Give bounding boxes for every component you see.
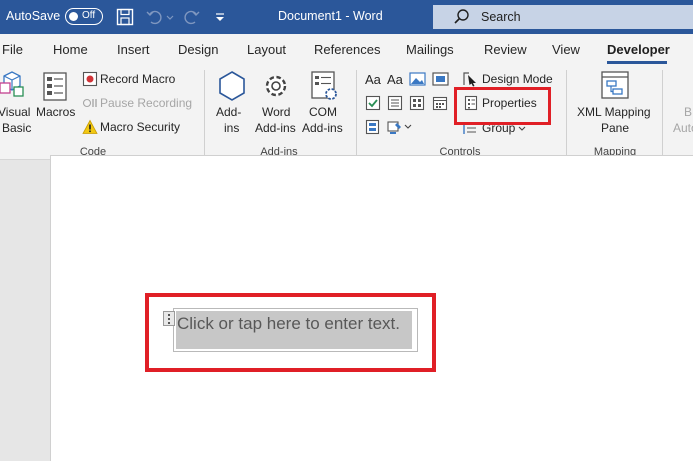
document-title: Document1 - Word bbox=[278, 9, 383, 23]
date-picker-control-icon[interactable] bbox=[432, 95, 448, 111]
building-block-control-icon[interactable] bbox=[432, 71, 449, 87]
search-icon bbox=[454, 9, 469, 24]
tab-review[interactable]: Review bbox=[484, 42, 527, 57]
combo-box-control-icon[interactable] bbox=[387, 95, 403, 111]
checkbox-control-icon[interactable] bbox=[365, 95, 381, 111]
tab-insert[interactable]: Insert bbox=[117, 42, 150, 57]
visual-basic-icon[interactable] bbox=[0, 70, 24, 100]
svg-text:Aa: Aa bbox=[365, 72, 382, 87]
com-addins-icon[interactable] bbox=[309, 70, 339, 102]
word-addins-label-1[interactable]: Word bbox=[262, 105, 290, 120]
com-addins-label-2[interactable]: Add-ins bbox=[302, 121, 343, 136]
dropdown-list-control-icon[interactable] bbox=[409, 95, 425, 111]
repeating-section-control-icon[interactable] bbox=[365, 119, 382, 135]
ribbon-panel: Visual Basic Macros Record Macro Pause R… bbox=[0, 64, 693, 178]
com-addins-label-1[interactable]: COM bbox=[309, 105, 337, 120]
legacy-tools-dropdown-icon[interactable] bbox=[404, 123, 412, 131]
block-authors-label-2: Auto bbox=[673, 121, 693, 135]
toggle-knob bbox=[69, 11, 78, 21]
svg-text:Aa: Aa bbox=[387, 72, 404, 87]
design-mode-label[interactable]: Design Mode bbox=[482, 72, 553, 87]
addins-label-2[interactable]: ins bbox=[224, 121, 239, 136]
xml-mapping-label-1[interactable]: XML Mapping bbox=[577, 105, 651, 120]
pause-recording-label: Pause Recording bbox=[100, 96, 193, 110]
tab-view[interactable]: View bbox=[552, 42, 580, 57]
word-addins-label-2[interactable]: Add-ins bbox=[255, 121, 296, 136]
tab-developer[interactable]: Developer bbox=[607, 42, 670, 57]
picture-control-icon[interactable] bbox=[409, 71, 426, 87]
customize-qat-icon[interactable] bbox=[214, 6, 226, 28]
autosave-toggle[interactable]: Off bbox=[65, 8, 103, 25]
macros-label[interactable]: Macros bbox=[36, 105, 75, 120]
group-separator bbox=[566, 70, 567, 156]
group-separator bbox=[204, 70, 205, 156]
addins-icon[interactable] bbox=[217, 70, 247, 102]
pause-recording-icon bbox=[82, 98, 97, 108]
autosave-state: Off bbox=[82, 10, 96, 21]
word-addins-icon[interactable] bbox=[261, 70, 291, 102]
record-macro-label[interactable]: Record Macro bbox=[100, 72, 175, 87]
record-macro-icon[interactable] bbox=[82, 71, 98, 87]
content-control-highlight-box bbox=[145, 293, 436, 372]
xml-mapping-pane-icon[interactable] bbox=[600, 70, 630, 102]
visual-basic-label-1[interactable]: Visual bbox=[0, 105, 30, 120]
group-dropdown-icon[interactable] bbox=[518, 125, 526, 133]
title-bar: AutoSave Off Document1 - Word Search bbox=[0, 0, 693, 34]
plain-text-control-icon[interactable]: Aa bbox=[387, 71, 405, 87]
undo-icon[interactable] bbox=[145, 6, 165, 28]
word-window: AutoSave Off Document1 - Word Search Fil… bbox=[0, 0, 693, 461]
tab-home[interactable]: Home bbox=[53, 42, 88, 57]
properties-highlight-box bbox=[454, 87, 551, 125]
group-separator bbox=[356, 70, 357, 156]
ribbon-tabs: File Home Insert Design Layout Reference… bbox=[0, 34, 693, 64]
group-separator bbox=[662, 70, 663, 156]
legacy-tools-icon[interactable] bbox=[387, 119, 403, 135]
design-mode-icon[interactable] bbox=[462, 71, 478, 87]
tab-file[interactable]: File bbox=[2, 42, 23, 57]
xml-mapping-label-2[interactable]: Pane bbox=[601, 121, 629, 136]
redo-icon[interactable] bbox=[182, 6, 202, 28]
macro-security-icon[interactable] bbox=[82, 119, 98, 135]
macro-security-label[interactable]: Macro Security bbox=[100, 120, 180, 135]
visual-basic-label-2[interactable]: Basic bbox=[2, 121, 31, 136]
tab-layout[interactable]: Layout bbox=[247, 42, 286, 57]
tab-references[interactable]: References bbox=[314, 42, 380, 57]
tab-design[interactable]: Design bbox=[178, 42, 218, 57]
undo-dropdown-icon[interactable] bbox=[166, 6, 174, 28]
autosave-label: AutoSave bbox=[6, 9, 61, 23]
search-box[interactable]: Search bbox=[433, 5, 693, 29]
macros-icon[interactable] bbox=[42, 72, 70, 102]
block-authors-label-1: B bbox=[684, 105, 693, 119]
tab-mailings[interactable]: Mailings bbox=[406, 42, 454, 57]
save-icon[interactable] bbox=[115, 6, 135, 28]
search-placeholder: Search bbox=[481, 10, 521, 24]
rich-text-control-icon[interactable]: Aa bbox=[365, 71, 383, 87]
addins-label-1[interactable]: Add- bbox=[216, 105, 241, 120]
